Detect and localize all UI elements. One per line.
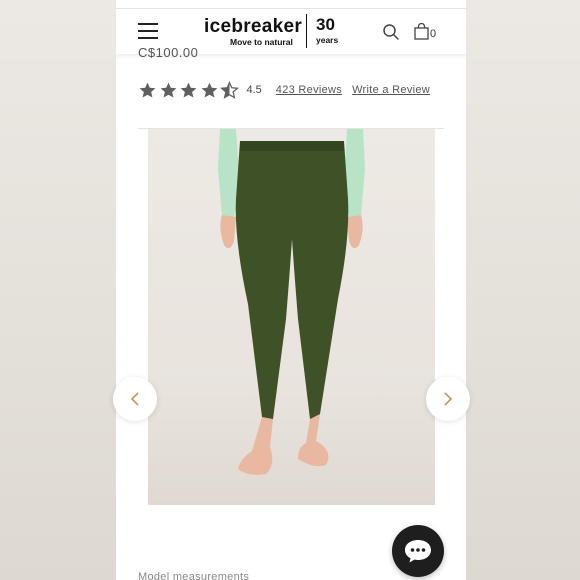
- shopping-bag-icon: [414, 23, 429, 40]
- next-image-button[interactable]: [426, 377, 470, 421]
- chevron-left-icon: [130, 392, 139, 406]
- background-right: [466, 0, 580, 580]
- rating-row: 4.5 423 Reviews Write a Review: [138, 80, 430, 100]
- product-page: icebreaker Move to natural 30 years 0 C$…: [116, 0, 466, 580]
- star-icon: [201, 82, 217, 98]
- star-icon: [160, 82, 176, 98]
- brand-name: icebreaker: [204, 16, 303, 37]
- hamburger-icon[interactable]: [138, 23, 158, 39]
- anniversary-number: 30: [316, 15, 335, 34]
- logo-divider: [306, 14, 307, 48]
- star-rating: [138, 80, 241, 100]
- reviews-link[interactable]: 423 Reviews: [276, 84, 342, 96]
- half-star-icon: [220, 80, 239, 99]
- star-icon: [139, 82, 156, 98]
- star-icon: [180, 82, 197, 98]
- chat-bubble-icon: [405, 540, 431, 563]
- rating-value: 4.5: [246, 84, 262, 96]
- write-review-link[interactable]: Write a Review: [352, 84, 430, 96]
- search-icon[interactable]: [382, 23, 400, 41]
- anniversary-label: years: [316, 35, 339, 45]
- chat-button[interactable]: [392, 525, 444, 577]
- brand-tagline: Move to natural: [230, 37, 293, 47]
- model-measurements-heading[interactable]: Model measurements: [138, 571, 249, 580]
- site-header: icebreaker Move to natural 30 years 0: [116, 8, 466, 54]
- background-left: [0, 0, 116, 580]
- cart-count: 0: [430, 28, 437, 40]
- previous-image-button[interactable]: [113, 377, 157, 421]
- cart-button[interactable]: 0: [414, 23, 436, 40]
- chevron-right-icon: [444, 392, 453, 406]
- product-image[interactable]: [148, 129, 435, 505]
- brand-logo[interactable]: icebreaker Move to natural: [204, 16, 303, 48]
